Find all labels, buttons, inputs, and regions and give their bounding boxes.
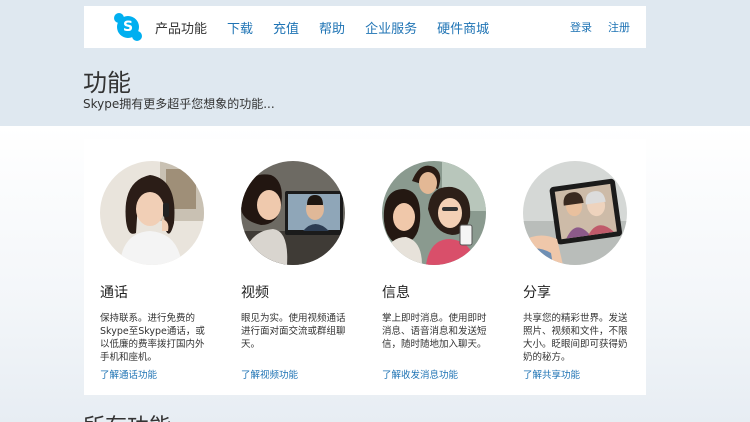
video-photo	[241, 161, 345, 265]
nav-item-features[interactable]: 产品功能	[155, 18, 207, 37]
learn-sharing-link[interactable]: 了解共享功能	[523, 367, 580, 381]
feature-description: 眼见为实。使用视频通话进行面对面交流或群组聊天。	[241, 313, 346, 350]
feature-sharing: 分享 共享您的精彩世界。发送照片、视频和文件，不限大小。眨眼间即可获得奶奶的秘方…	[523, 161, 635, 381]
messaging-photo	[382, 161, 486, 265]
feature-title: 通话	[100, 285, 128, 301]
skype-logo-icon[interactable]: S	[114, 13, 142, 41]
nav-item-hardware-store[interactable]: 硬件商城	[437, 18, 489, 37]
all-features-heading: 所有功能	[83, 409, 171, 422]
nav-item-download[interactable]: 下载	[227, 18, 253, 37]
sharing-photo	[523, 161, 627, 265]
top-nav: S 产品功能 下载 充值 帮助 企业服务 硬件商城 登录 注册	[84, 6, 646, 48]
register-link[interactable]: 注册	[608, 19, 630, 35]
page-title: 功能	[83, 69, 131, 97]
nav-item-recharge[interactable]: 充值	[273, 18, 299, 37]
learn-messaging-link[interactable]: 了解收发消息功能	[382, 367, 458, 381]
feature-description: 保持联系。进行免费的Skype至Skype通话，或以低廉的费率拨打国内外手机和座…	[100, 313, 205, 363]
nav-item-help[interactable]: 帮助	[319, 18, 345, 37]
feature-calls: 通话 保持联系。进行免费的Skype至Skype通话，或以低廉的费率拨打国内外手…	[100, 161, 212, 381]
calls-photo	[100, 161, 204, 265]
feature-title: 信息	[382, 285, 410, 301]
learn-calls-link[interactable]: 了解通话功能	[100, 367, 157, 381]
feature-title: 视频	[241, 285, 269, 301]
feature-description: 共享您的精彩世界。发送照片、视频和文件，不限大小。眨眼间即可获得奶奶的秘方。	[523, 313, 628, 363]
feature-title: 分享	[523, 285, 551, 301]
learn-video-link[interactable]: 了解视频功能	[241, 367, 298, 381]
page-subtitle: Skype拥有更多超乎您想象的功能...	[83, 97, 275, 111]
feature-video: 视频 眼见为实。使用视频通话进行面对面交流或群组聊天。 了解视频功能	[241, 161, 353, 381]
login-link[interactable]: 登录	[570, 19, 592, 35]
account-links: 登录 注册	[554, 19, 630, 35]
feature-description: 掌上即时消息。使用即时消息、语音消息和发送短信，随时随地加入聊天。	[382, 313, 487, 350]
nav-item-business[interactable]: 企业服务	[365, 18, 417, 37]
feature-messaging: 信息 掌上即时消息。使用即时消息、语音消息和发送短信，随时随地加入聊天。 了解收…	[382, 161, 494, 381]
